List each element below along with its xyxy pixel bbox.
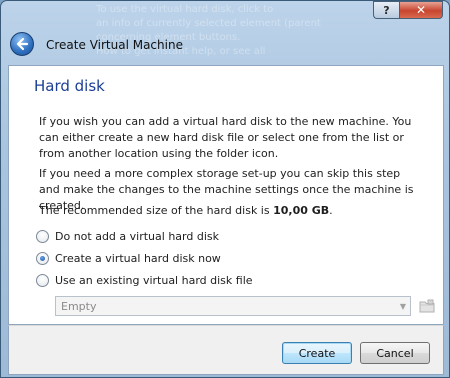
recommended-size-suffix: . [329,204,333,217]
radio-button[interactable] [36,274,49,287]
help-icon: ? [383,3,390,17]
folder-icon [419,299,435,312]
cancel-button[interactable]: Cancel [360,342,430,364]
intro-paragraph: If you wish you can add a virtual hard d… [39,115,412,160]
back-button[interactable] [10,32,34,56]
recommended-size-text: The recommended size of the hard disk is… [39,203,419,219]
option-create-disk[interactable]: Create a virtual hard disk now [36,252,221,265]
chevron-down-icon: ▼ [399,301,407,311]
choose-disk-file-button[interactable] [418,297,436,314]
option-label[interactable]: Do not add a virtual hard disk [55,230,219,243]
create-button[interactable]: Create [282,342,352,364]
existing-disk-select-value: Empty [61,299,97,313]
recommended-size-prefix: The recommended size of the hard disk is [39,204,274,217]
existing-disk-select[interactable]: Empty ▼ [55,296,411,316]
button-bar: Create Cancel [8,325,444,375]
wizard-page: Hard disk If you wish you can add a virt… [8,65,444,325]
wizard-title: Create Virtual Machine [46,38,183,52]
close-icon: ✕ [415,3,427,17]
back-arrow-icon [16,37,29,51]
help-button[interactable]: ? [373,1,399,19]
background-text-line: To use the virtual hard disk, click to [96,4,274,15]
close-button[interactable]: ✕ [399,1,443,19]
page-title: Hard disk [34,77,105,95]
caption-buttons: ? ✕ [373,1,443,19]
option-no-disk[interactable]: Do not add a virtual hard disk [36,230,219,243]
recommended-size-value: 10,00 GB [273,204,330,217]
dialog-window: To use the virtual hard disk, click to a… [0,0,450,378]
wizard-header: Create Virtual Machine [1,29,449,65]
radio-button[interactable] [36,230,49,243]
option-label[interactable]: Create a virtual hard disk now [55,252,221,265]
option-label[interactable]: Use an existing virtual hard disk file [55,274,253,287]
radio-dot-icon [40,256,45,261]
radio-button-selected[interactable] [36,252,49,265]
option-existing-disk[interactable]: Use an existing virtual hard disk file [36,274,253,287]
